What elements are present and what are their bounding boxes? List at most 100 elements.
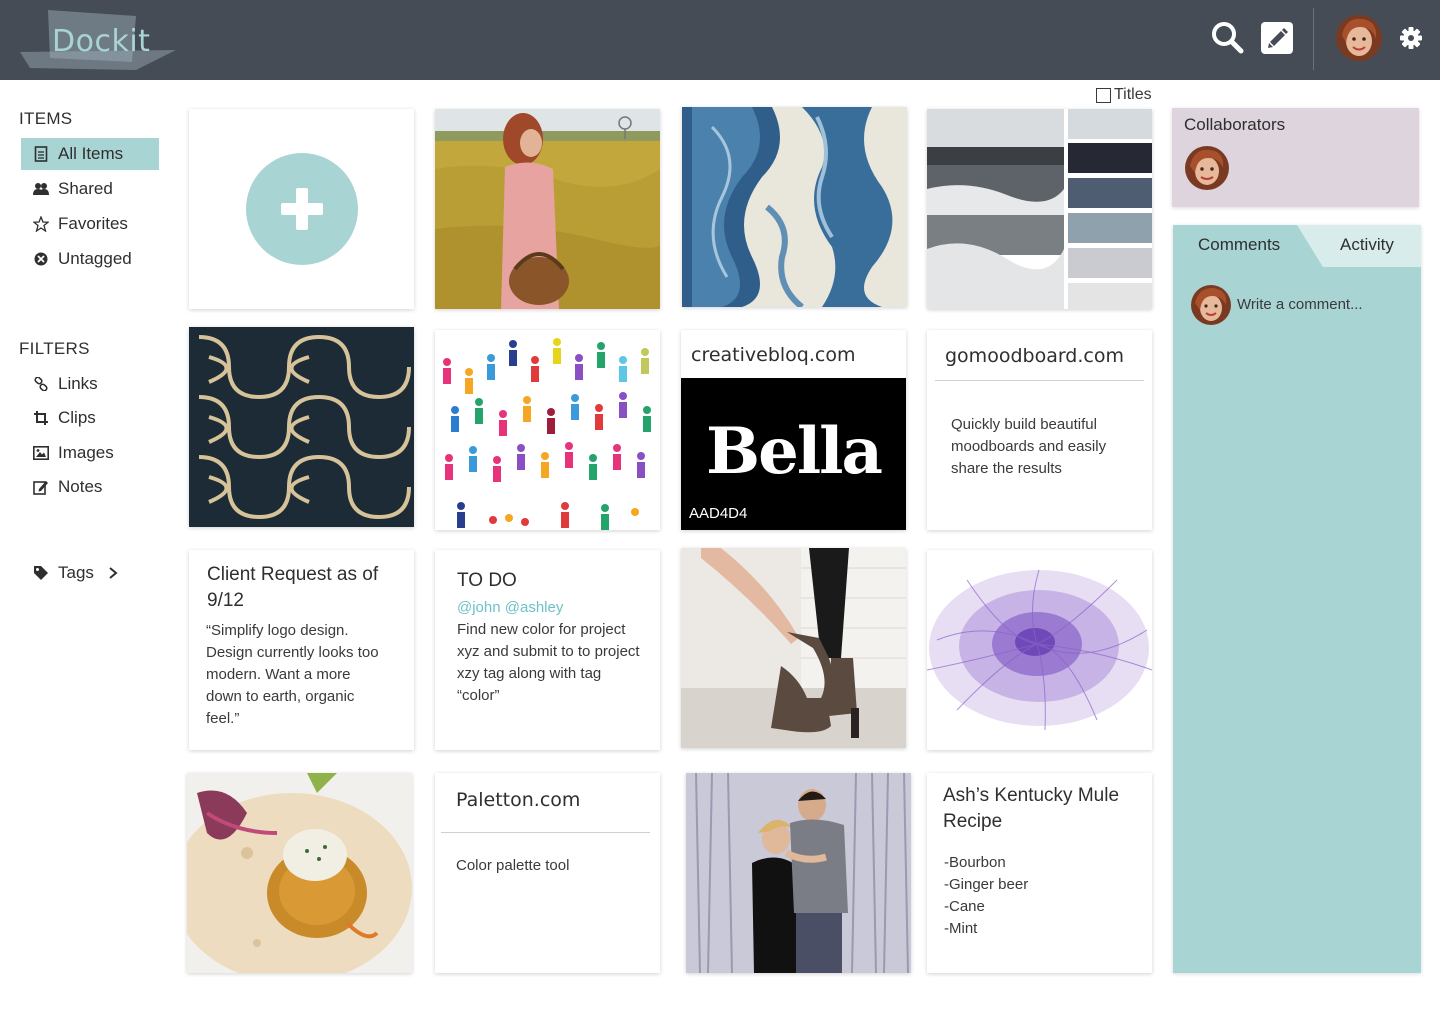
clip-source-title[interactable]: creativebloq.com [691,344,855,366]
add-item-card [189,109,414,309]
commenter-avatar [1191,285,1231,325]
link-icon [33,376,49,392]
note-title: TO DO [457,570,517,591]
link-card-gomoodboard[interactable]: gomoodboard.com Quickly build beautiful … [927,330,1152,530]
tag-icon [33,565,49,581]
image-card-girl-in-field[interactable] [435,109,660,309]
tab-comments[interactable]: Comments [1198,235,1280,255]
search-button[interactable] [1210,20,1244,54]
note-body: “Simplify logo design. Design currently … [206,622,379,727]
collaborators-title: Collaborators [1184,115,1286,134]
clip-image: Bella AAD4D4 [681,378,906,530]
comment-input[interactable] [1237,291,1407,317]
logo-text: Dockit [52,24,151,59]
sidebar-tags[interactable]: Tags [21,557,159,589]
sidebar: ITEMS All Items Shared Favorites Untagge… [0,80,175,1024]
titles-checkbox[interactable] [1096,87,1111,103]
collaborators-panel: Collaborators [1172,108,1419,207]
sidebar-item-shared[interactable]: Shared [21,173,159,205]
divider [441,832,650,833]
taco-photo [187,773,412,973]
image-card-purple-map[interactable] [927,550,1152,750]
ingredient: -Ginger beer [944,876,1029,893]
note-title: Ash’s Kentucky Mule Recipe [943,785,1120,832]
sidebar-item-label: Untagged [58,249,132,268]
dockit-logo[interactable]: Dockit [20,10,180,70]
sidebar-item-all-items[interactable]: All Items [21,138,159,170]
tab-activity[interactable]: Activity [1340,235,1394,255]
image-card-blue-marble[interactable] [682,107,907,307]
palette-swatch [1068,283,1152,309]
image-card-textile-pattern[interactable] [189,327,414,527]
image-card-couple[interactable] [686,773,911,973]
add-item-button[interactable] [246,153,358,265]
filter-links[interactable]: Links [21,368,159,400]
note-card-todo[interactable]: TO DO @john @ashley Find new color for p… [435,550,660,750]
palette-swatches [1068,109,1152,309]
user-avatar[interactable] [1336,15,1382,61]
image-card-boots[interactable] [681,548,906,748]
sidebar-item-label: Shared [58,179,113,198]
clip-color-label: AAD4D4 [689,505,748,522]
users-icon [33,181,49,197]
filter-notes[interactable]: Notes [21,471,159,503]
plus-icon [281,188,323,230]
settings-button[interactable] [1398,25,1424,51]
sidebar-item-untagged[interactable]: Untagged [21,243,159,275]
field-photo [435,109,660,309]
note-title: Client Request as of 9/12 [207,564,379,611]
palette-swatch [1068,109,1152,139]
tags-label: Tags [58,563,94,582]
filter-label: Images [58,443,114,462]
note-card-client-request[interactable]: Client Request as of 9/12 “Simplify logo… [189,550,414,750]
link-card-paletton[interactable]: Paletton.com Color palette tool [435,773,660,973]
palette-swatch [1068,143,1152,173]
link-title[interactable]: gomoodboard.com [945,345,1124,367]
titles-toggle[interactable]: Titles [1096,86,1152,104]
image-card-ocean-palette[interactable] [927,109,1152,309]
search-icon [1212,22,1244,54]
filter-label: Clips [58,408,96,427]
filter-label: Notes [58,477,103,496]
collaborator-avatar[interactable] [1185,146,1229,190]
recipe-ingredients: -Bourbon -Ginger beer -Cane -Mint [944,852,1028,940]
filter-images[interactable]: Images [21,437,159,469]
clip-image-text: Bella [706,414,883,489]
marble-photo [682,107,907,307]
comments-panel: Comments Activity [1173,225,1421,973]
untagged-icon [33,251,49,267]
gear-icon [1400,27,1422,49]
people-pattern-photo [435,330,660,530]
link-description: Color palette tool [456,857,570,874]
edit-icon [1268,28,1288,48]
sidebar-item-label: Favorites [58,214,128,233]
clip-card-creativebloq[interactable]: creativebloq.com Bella AAD4D4 [681,330,906,530]
textile-photo [189,327,414,527]
link-description: Quickly build beautiful moodboards and e… [951,416,1107,477]
note-body: Find new color for project xyz and submi… [457,621,640,704]
crop-icon [33,410,49,426]
new-note-button[interactable] [1261,22,1293,54]
star-icon [33,216,49,232]
chevron-right-icon [108,566,118,580]
boots-photo [681,548,906,748]
document-icon [33,146,49,162]
divider [935,380,1144,381]
palette-swatch [1068,178,1152,208]
image-icon [33,445,49,461]
sidebar-item-label: All Items [58,144,124,163]
note-card-recipe[interactable]: Ash’s Kentucky Mule Recipe -Bourbon -Gin… [927,773,1152,973]
filter-clips[interactable]: Clips [21,402,159,434]
image-card-people-pattern[interactable] [435,330,660,530]
purple-map-photo [927,550,1152,750]
sidebar-item-favorites[interactable]: Favorites [21,208,159,240]
filter-label: Links [58,374,98,393]
filters-heading: FILTERS [19,339,90,358]
image-card-taco[interactable] [187,773,412,973]
link-title[interactable]: Paletton.com [456,789,580,811]
ingredient: -Cane [944,898,985,915]
couple-photo [686,773,911,973]
ingredient: -Bourbon [944,854,1006,871]
ingredient: -Mint [944,920,978,937]
note-mentions[interactable]: @john @ashley [457,597,563,619]
